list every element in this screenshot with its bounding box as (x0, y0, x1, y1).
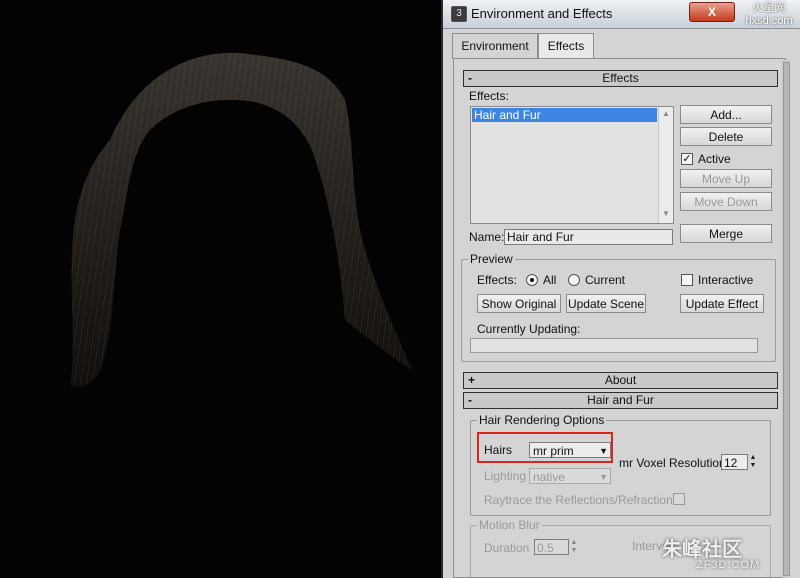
move-up-button[interactable]: Move Up (680, 169, 772, 188)
preview-group-title: Preview (468, 252, 515, 266)
hairs-dropdown[interactable]: mr prim ▼ (529, 442, 611, 458)
group-title: Hair Rendering Options (477, 413, 607, 427)
rollout-title: Effects (602, 71, 639, 85)
lighting-dropdown-value: native (533, 470, 566, 484)
dropdown-arrow-icon: ▼ (599, 446, 608, 456)
about-rollout-header[interactable]: + About (463, 372, 778, 389)
collapse-sign: - (468, 71, 472, 85)
rollout-title: Hair and Fur (587, 393, 654, 407)
active-checkbox[interactable]: ✓ (681, 153, 693, 165)
hair-render-image (70, 52, 412, 387)
close-button[interactable]: X (689, 2, 735, 22)
list-item[interactable]: Hair and Fur (472, 108, 657, 122)
update-scene-button[interactable]: Update Scene (566, 294, 646, 313)
app-icon: 3 (451, 6, 467, 22)
raytrace-checkbox[interactable] (673, 493, 685, 505)
spinner-arrows-icon[interactable]: ▲ ▼ (569, 539, 579, 555)
current-radio-label: Current (585, 273, 626, 287)
tab-environment[interactable]: Environment (452, 33, 538, 59)
scroll-up-icon[interactable]: ▲ (662, 109, 670, 118)
add-button[interactable]: Add... (680, 105, 772, 124)
voxel-resolution-spinner[interactable]: 12 (721, 454, 748, 470)
name-label: Name: (469, 230, 505, 244)
effects-listbox[interactable]: Hair and Fur ▲ ▼ (470, 106, 674, 224)
hairs-label: Hairs (484, 443, 513, 457)
collapse-sign: - (468, 393, 472, 407)
update-effect-button[interactable]: Update Effect (680, 294, 764, 313)
rollout-title: About (604, 373, 637, 387)
effects-panel: - Effects Effects: Hair and Fur ▲ ▼ Add.… (453, 58, 786, 578)
duration-spinner[interactable]: 0.5 (534, 539, 569, 555)
interactive-checkbox[interactable] (681, 274, 693, 286)
show-original-button[interactable]: Show Original (477, 294, 561, 313)
raytrace-label: Raytrace the Reflections/Refractions (484, 493, 679, 507)
all-radio[interactable] (526, 274, 538, 286)
active-label: Active (698, 152, 731, 166)
update-progress-bar (470, 338, 758, 353)
merge-button[interactable]: Merge (680, 224, 772, 243)
dropdown-arrow-icon: ▼ (599, 472, 608, 482)
lighting-label: Lighting (484, 469, 527, 483)
site-watermark: 朱峰社区 ZF3D.COM (662, 533, 796, 575)
corner-watermark: 火星网 hxsd.com (745, 2, 793, 27)
panel-scrollbar[interactable] (782, 60, 790, 578)
delete-button[interactable]: Delete (680, 127, 772, 146)
hair-fur-rollout-header[interactable]: - Hair and Fur (463, 392, 778, 409)
scroll-down-icon[interactable]: ▼ (662, 209, 670, 218)
interactive-label: Interactive (698, 273, 754, 287)
move-down-button[interactable]: Move Down (680, 192, 772, 211)
scrollbar-thumb[interactable] (783, 62, 790, 576)
current-radio[interactable] (568, 274, 580, 286)
spinner-arrows-icon[interactable]: ▲ ▼ (748, 454, 758, 470)
preview-effects-label: Effects: (477, 273, 517, 287)
watermark-text: 朱峰社区 (662, 539, 742, 561)
effects-list-label: Effects: (469, 89, 509, 103)
listbox-scrollbar[interactable]: ▲ ▼ (658, 107, 673, 223)
group-title: Motion Blur (477, 518, 542, 532)
currently-updating-label: Currently Updating: (477, 322, 581, 336)
duration-label: Duration (484, 541, 530, 555)
dialog-title: Environment and Effects (471, 6, 613, 21)
lighting-dropdown[interactable]: native ▼ (529, 468, 611, 484)
expand-sign: + (468, 373, 476, 387)
hairs-dropdown-value: mr prim (533, 444, 574, 458)
name-field[interactable]: Hair and Fur (504, 229, 673, 245)
all-radio-label: All (543, 273, 557, 287)
tab-effects[interactable]: Effects (538, 33, 594, 59)
watermark-subtext: ZF3D.COM (696, 559, 761, 571)
effects-rollout-header[interactable]: - Effects (463, 70, 778, 87)
environment-effects-dialog: 3 Environment and Effects X 火星网 hxsd.com… (441, 0, 800, 578)
voxel-resolution-label: mr Voxel Resolution (619, 456, 726, 470)
title-bar[interactable]: 3 Environment and Effects X 火星网 hxsd.com (443, 0, 800, 29)
render-viewport (0, 0, 440, 578)
